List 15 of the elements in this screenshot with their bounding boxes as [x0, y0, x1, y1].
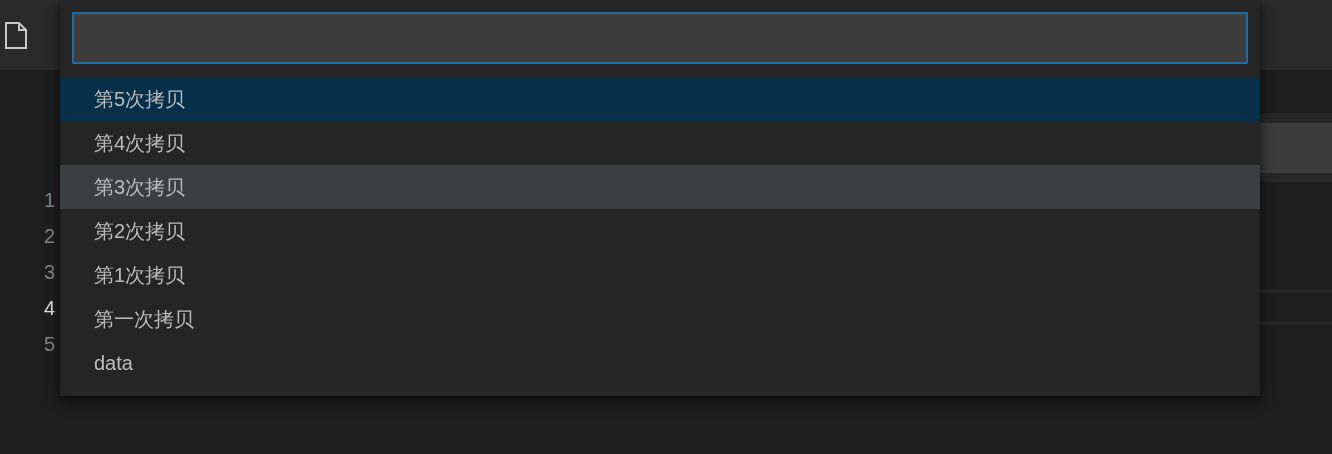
quick-pick-item[interactable]: 第3次拷贝 [60, 165, 1260, 209]
line-number: 2 [44, 224, 56, 249]
line-number: 1 [44, 188, 56, 213]
quick-pick-item[interactable]: 第4次拷贝 [60, 121, 1260, 165]
file-icon [4, 21, 28, 49]
quick-pick-item[interactable]: 第2次拷贝 [60, 209, 1260, 253]
quick-pick-item[interactable]: 第5次拷贝 [60, 77, 1260, 121]
quick-pick-item[interactable]: 第1次拷贝 [60, 253, 1260, 297]
line-number: 4 [44, 296, 56, 321]
find-widget-background [1260, 122, 1332, 173]
search-field[interactable] [72, 12, 1248, 64]
line-number: 3 [44, 260, 56, 285]
line-number: 5 [44, 332, 56, 357]
quick-pick-item[interactable]: 第一次拷贝 [60, 297, 1260, 341]
quick-pick-item[interactable]: data [60, 341, 1260, 385]
